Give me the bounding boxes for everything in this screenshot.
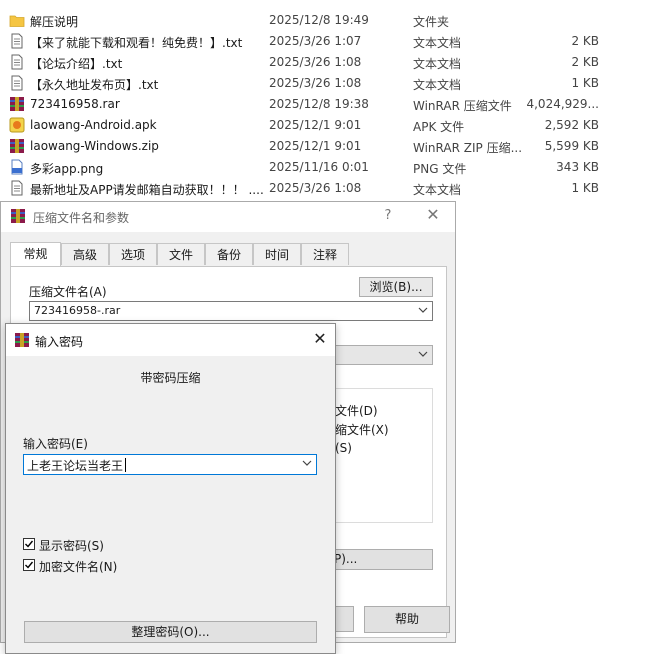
file-name: 解压说明 [30,15,79,29]
close-icon[interactable]: ✕ [308,329,332,351]
dialog-titlebar[interactable]: 输入密码 ✕ [6,324,335,356]
chevron-down-icon[interactable] [418,304,428,316]
encrypt-names-label: 加密文件名(N) [39,560,118,574]
organize-passwords-button[interactable]: 整理密码(O)... [24,621,317,643]
file-type: 文本文档 [413,57,462,71]
password-label: 输入密码(E) [23,437,88,451]
chevron-down-icon[interactable] [302,457,312,469]
file-row[interactable]: 【论坛介绍】.txt 2025/3/26 1:08 文本文档 2 KB [0,52,649,73]
winrar-icon [10,208,26,224]
file-size: 5,599 KB [544,139,599,153]
encrypt-names-checkbox[interactable] [23,559,35,571]
file-date: 2025/3/26 1:08 [269,181,362,195]
file-name: 最新地址及APP请发邮箱自动获取！！！ .... [30,183,264,197]
password-value: 上老王论坛当老王 [27,459,124,473]
set-password-label: P)... [334,552,358,566]
file-row[interactable]: 最新地址及APP请发邮箱自动获取！！！ .... 2025/3/26 1:08 … [0,178,649,199]
file-type: 文本文档 [413,183,462,197]
file-date: 2025/12/8 19:49 [269,13,369,27]
text-file-icon [9,54,25,70]
file-type: APK 文件 [413,120,465,134]
file-row[interactable]: 多彩app.png 2025/11/16 0:01 PNG 文件 343 KB [0,157,649,178]
close-icon[interactable]: ✕ [421,205,445,227]
file-size: 2 KB [571,34,599,48]
winrar-icon [9,96,25,112]
archive-name-value: 723416958-.rar [34,304,121,317]
text-file-icon [9,75,25,91]
text-caret [125,458,126,472]
show-password-label: 显示密码(S) [39,539,104,553]
winrar-icon [9,138,25,154]
file-row[interactable]: laowang-Android.apk 2025/12/1 9:01 APK 文… [0,115,649,136]
file-date: 2025/3/26 1:08 [269,55,362,69]
file-name: 【永久地址发布页】.txt [30,78,159,92]
file-name: 【来了就能下载和观看！纯免费！】.txt [30,36,243,50]
file-date: 2025/12/8 19:38 [269,97,369,111]
password-input[interactable]: 上老王论坛当老王 [23,454,317,475]
help-button[interactable]: 帮助 [364,606,450,633]
show-password-checkbox[interactable] [23,538,35,550]
option-label[interactable]: 文件(D) [335,402,378,419]
file-name: laowang-Android.apk [30,118,157,132]
tab-options[interactable]: 选项 [109,243,157,265]
file-size: 1 KB [571,181,599,195]
archive-name-combobox[interactable]: 723416958-.rar [29,301,433,321]
winrar-icon [14,332,30,348]
file-size: 343 KB [556,160,599,174]
archive-name-label: 压缩文件名(A) [29,285,107,299]
file-row[interactable]: 【来了就能下载和观看！纯免费！】.txt 2025/3/26 1:07 文本文档… [0,31,649,52]
tab-comment[interactable]: 注释 [301,243,349,265]
file-type: WinRAR 压缩文件 [413,99,512,113]
file-size: 2 KB [571,55,599,69]
file-type: 文本文档 [413,36,462,50]
option-label[interactable]: 缩文件(X) [335,421,389,438]
browse-button[interactable]: 浏览(B)... [359,277,433,297]
file-type: WinRAR ZIP 压缩... [413,141,523,155]
file-type: 文本文档 [413,78,462,92]
file-row[interactable]: laowang-Windows.zip 2025/12/1 9:01 WinRA… [0,136,649,157]
folder-icon [9,12,25,28]
password-dialog: 输入密码 ✕ 带密码压缩 输入密码(E) 上老王论坛当老王 显示密码(S) 加密… [5,323,336,654]
tab-time[interactable]: 时间 [253,243,301,265]
file-name: 多彩app.png [30,162,104,176]
option-label[interactable]: (S) [335,441,352,455]
file-size: 4,024,929... [526,97,599,111]
file-row[interactable]: 解压说明 2025/12/8 19:49 文件夹 [0,10,649,31]
dialog-title: 压缩文件名和参数 [33,211,130,225]
file-name: 【论坛介绍】.txt [30,57,123,71]
dialog-titlebar[interactable]: 压缩文件名和参数 ? ✕ [1,202,455,232]
tab-general[interactable]: 常规 [10,242,61,267]
password-heading: 带密码压缩 [140,371,201,385]
file-size: 2,592 KB [544,118,599,132]
apk-icon [9,117,25,133]
help-icon[interactable]: ? [380,208,396,226]
dialog-title: 输入密码 [35,335,84,349]
update-mode-combobox[interactable] [331,345,433,365]
file-date: 2025/12/1 9:01 [269,118,362,132]
file-date: 2025/11/16 0:01 [269,160,369,174]
file-list: 解压说明 2025/12/8 19:49 文件夹 【来了就能下载和观看！纯免费！… [0,10,649,199]
tab-files[interactable]: 文件 [157,243,205,265]
tab-backup[interactable]: 备份 [205,243,253,265]
file-date: 2025/3/26 1:08 [269,76,362,90]
file-name: 723416958.rar [30,97,120,111]
file-type: PNG 文件 [413,162,467,176]
png-file-icon [9,159,25,175]
file-size: 1 KB [571,76,599,90]
text-file-icon [9,180,25,196]
file-row[interactable]: 723416958.rar 2025/12/8 19:38 WinRAR 压缩文… [0,94,649,115]
file-date: 2025/3/26 1:07 [269,34,362,48]
file-date: 2025/12/1 9:01 [269,139,362,153]
set-password-button[interactable]: P)... [331,549,433,570]
file-row[interactable]: 【永久地址发布页】.txt 2025/3/26 1:08 文本文档 1 KB [0,73,649,94]
file-name: laowang-Windows.zip [30,139,159,153]
tab-advanced[interactable]: 高级 [61,243,109,265]
text-file-icon [9,33,25,49]
chevron-down-icon[interactable] [418,348,428,360]
file-type: 文件夹 [413,15,450,29]
